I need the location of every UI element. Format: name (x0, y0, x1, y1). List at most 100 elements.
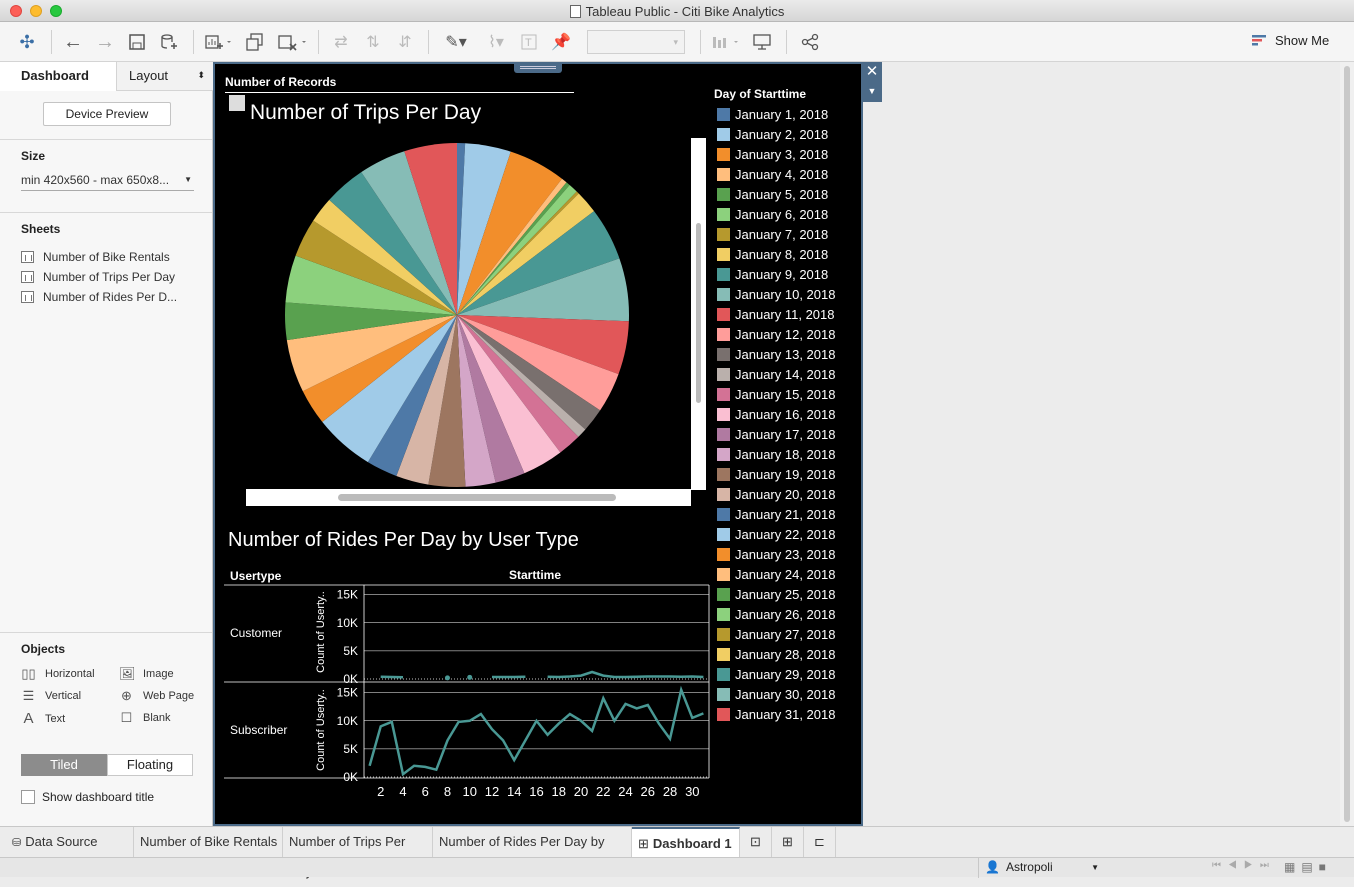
sort-ascending-icon[interactable]: ⇅ (360, 30, 386, 54)
legend-item[interactable]: January 24, 2018 (717, 567, 835, 582)
clear-sheet-icon[interactable] (274, 30, 310, 54)
legend-item[interactable]: January 30, 2018 (717, 687, 835, 702)
legend-item[interactable]: January 3, 2018 (717, 147, 828, 162)
device-preview-button[interactable]: Device Preview (43, 102, 171, 126)
redo-arrow-icon[interactable]: → (92, 30, 118, 54)
legend-item[interactable]: January 19, 2018 (717, 467, 835, 482)
legend-item[interactable]: January 11, 2018 (717, 307, 835, 322)
legend-item[interactable]: January 21, 2018 (717, 507, 835, 522)
legend-item[interactable]: January 2, 2018 (717, 127, 828, 142)
sheet-item-rides-per-day[interactable]: Number of Rides Per D... (21, 290, 177, 304)
user-menu[interactable]: 👤 Astropoli ▼ (985, 860, 1103, 874)
drag-handle[interactable] (514, 63, 562, 73)
close-icon[interactable]: ✕ (862, 62, 882, 81)
legend-item[interactable]: January 4, 2018 (717, 167, 828, 182)
new-dashboard-icon[interactable]: ⊞ (772, 827, 804, 858)
legend-item[interactable]: January 1, 2018 (717, 107, 828, 122)
object-horizontal[interactable]: ▯▯ Horizontal (21, 666, 94, 682)
share-icon[interactable] (796, 30, 824, 54)
legend-item[interactable]: January 8, 2018 (717, 247, 828, 262)
legend-item[interactable]: January 17, 2018 (717, 427, 835, 442)
legend-item[interactable]: January 10, 2018 (717, 287, 835, 302)
divider (225, 92, 574, 93)
vertical-scrollbar[interactable] (691, 138, 706, 490)
scroll-thumb[interactable] (338, 494, 616, 501)
x-tick-label: 24 (618, 784, 632, 799)
legend-item[interactable]: January 22, 2018 (717, 527, 835, 542)
sort-descending-icon[interactable]: ⇵ (392, 30, 418, 54)
new-worksheet-icon[interactable] (200, 30, 236, 54)
legend-item[interactable]: January 16, 2018 (717, 407, 835, 422)
tab-dashboard[interactable]: Dashboard (0, 62, 116, 91)
window-scrollbar[interactable] (1340, 62, 1354, 826)
legend-item[interactable]: January 12, 2018 (717, 327, 835, 342)
legend-label: January 10, 2018 (735, 287, 836, 302)
duplicate-sheet-icon[interactable] (242, 30, 268, 54)
show-cards-icon[interactable] (708, 30, 744, 54)
object-text[interactable]: A Text (21, 710, 65, 727)
legend-item[interactable]: January 31, 2018 (717, 707, 835, 722)
scroll-thumb[interactable] (696, 223, 701, 403)
line-chart[interactable]: 0K 5K 10K 15K Count of Userty.. 0K 5K 10K 15K Cou… (224, 582, 712, 802)
legend-item[interactable]: January 27, 2018 (717, 627, 835, 642)
scroll-thumb[interactable] (1344, 66, 1350, 822)
highlight-icon[interactable]: ✎▾ (438, 30, 474, 54)
fit-dropdown[interactable]: ▾ (587, 30, 685, 54)
tab-rides-per-day[interactable]: Number of Rides Per Day by Use... (433, 827, 632, 879)
tab-layout[interactable]: Layout ⬍ (116, 62, 213, 91)
show-dashboard-title-checkbox[interactable]: Show dashboard title (21, 790, 154, 804)
tab-bike-rentals[interactable]: Number of Bike Rentals (134, 827, 283, 858)
sheet-navigation-icons[interactable]: ⏮◀▶⏭ (1212, 860, 1276, 871)
legend-item[interactable]: January 25, 2018 (717, 587, 835, 602)
chevron-down-icon[interactable]: ▼ (862, 81, 882, 101)
pie-chart[interactable] (280, 140, 635, 490)
legend-item[interactable]: January 5, 2018 (717, 187, 828, 202)
presentation-mode-icon[interactable] (748, 30, 776, 54)
group-members-icon[interactable]: ⌇▾ (478, 30, 514, 54)
legend-item[interactable]: January 29, 2018 (717, 667, 835, 682)
legend-item[interactable]: January 15, 2018 (717, 387, 835, 402)
legend-item[interactable]: January 18, 2018 (717, 447, 835, 462)
new-worksheet-icon[interactable]: ⊡ (740, 827, 772, 858)
swap-rows-columns-icon[interactable]: ⇄ (328, 30, 354, 54)
x-tick-label: 4 (399, 784, 406, 799)
object-blank[interactable]: ☐ Blank (119, 710, 171, 726)
filter-toggle-icon[interactable] (229, 95, 245, 111)
undo-arrow-icon[interactable]: ← (60, 30, 86, 54)
object-vertical[interactable]: ☰ Vertical (21, 688, 81, 704)
horizontal-scrollbar[interactable] (246, 489, 691, 506)
tab-dashboard-1[interactable]: ⊞ Dashboard 1 (632, 827, 740, 858)
sheet-item-bike-rentals[interactable]: Number of Bike Rentals (21, 250, 170, 264)
legend-item[interactable]: January 13, 2018 (717, 347, 835, 362)
object-image[interactable]: 🖼 Image (119, 666, 174, 682)
new-data-source-icon[interactable] (156, 30, 182, 54)
show-labels-icon[interactable]: T (516, 30, 542, 54)
size-dropdown[interactable]: min 420x560 - max 650x8... ▼ (21, 171, 194, 191)
new-story-icon[interactable]: ⊏ (804, 827, 836, 858)
view-mode-icons[interactable]: ▦▤■ (1284, 860, 1332, 874)
legend-item[interactable]: January 23, 2018 (717, 547, 835, 562)
legend-item[interactable]: January 6, 2018 (717, 207, 828, 222)
tab-data-source[interactable]: ⛁ Data Source (6, 827, 134, 858)
legend-item[interactable]: January 9, 2018 (717, 267, 828, 282)
sheet-item-trips-per-day[interactable]: Number of Trips Per Day (21, 270, 175, 284)
legend-swatch (717, 648, 730, 661)
y-tick-label: 10K (337, 616, 358, 630)
show-me-button[interactable]: Show Me (1252, 33, 1329, 48)
legend-item[interactable]: January 7, 2018 (717, 227, 828, 242)
tableau-logo-icon[interactable]: ✣ (14, 30, 40, 54)
legend-item[interactable]: January 20, 2018 (717, 487, 835, 502)
fix-axes-icon[interactable]: 📌 (548, 30, 574, 54)
legend-item[interactable]: January 28, 2018 (717, 647, 835, 662)
object-web-page[interactable]: ⊕ Web Page (119, 688, 194, 704)
legend-swatch (717, 268, 730, 281)
legend-item[interactable]: January 26, 2018 (717, 607, 835, 622)
legend-swatch (717, 228, 730, 241)
tab-trips-per-day[interactable]: Number of Trips Per Day (283, 827, 433, 879)
legend-swatch (717, 248, 730, 261)
legend-item[interactable]: January 14, 2018 (717, 367, 835, 382)
tiled-button[interactable]: Tiled (21, 754, 107, 776)
save-icon[interactable] (124, 30, 150, 54)
floating-button[interactable]: Floating (107, 754, 193, 776)
legend-label: January 17, 2018 (735, 427, 836, 442)
